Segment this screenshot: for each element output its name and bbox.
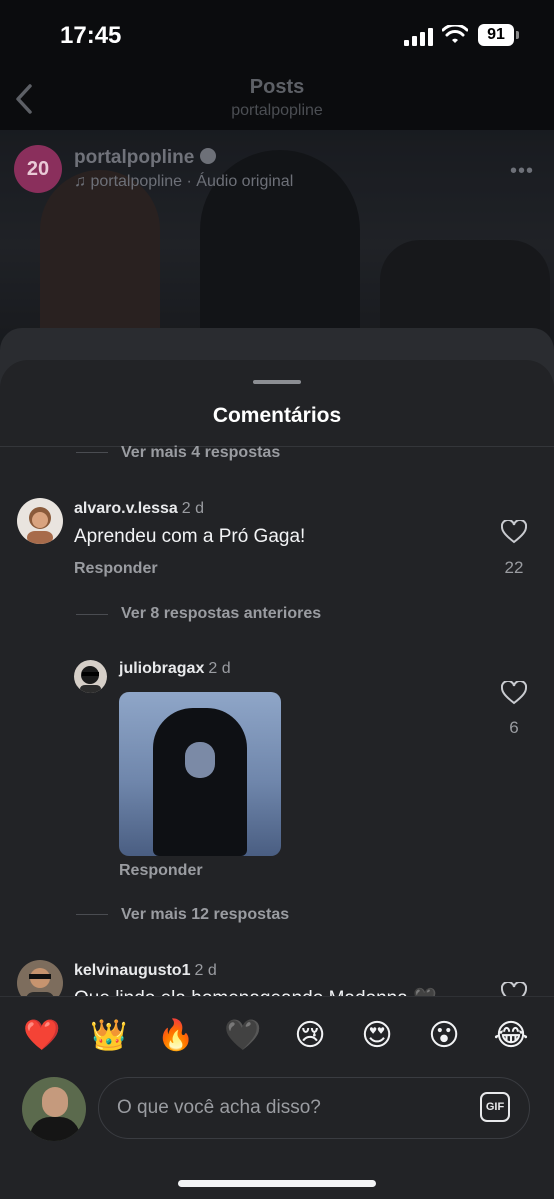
wifi-icon (442, 25, 468, 43)
more-options-icon[interactable]: ••• (510, 160, 534, 183)
thread-line (76, 614, 108, 615)
comment-time: 2 d (194, 962, 217, 979)
thread-line (76, 914, 108, 915)
music-note-icon: ♫ (74, 173, 86, 190)
avatar[interactable] (74, 660, 107, 693)
home-indicator[interactable] (178, 1180, 376, 1187)
battery-indicator: 91 (478, 24, 519, 46)
crown-emoji[interactable]: 👑 (89, 1019, 129, 1053)
post-audio-label[interactable]: portalpopline · Áudio original (90, 173, 293, 190)
reply-button[interactable]: Responder (119, 862, 203, 880)
page-subtitle: portalpopline (231, 102, 323, 119)
verified-badge-icon (200, 147, 217, 164)
view-more-replies[interactable]: Ver mais 4 respostas (121, 444, 280, 462)
like-heart-icon[interactable] (501, 681, 527, 705)
comment-time: 2 d (181, 500, 205, 517)
top-nav-bar: Posts portalpopline (0, 70, 554, 130)
avatar[interactable] (17, 498, 63, 544)
comments-title: Comentários (212, 404, 342, 427)
comment-username[interactable]: juliobragax (119, 660, 204, 677)
reply-button[interactable]: Responder (74, 560, 158, 578)
current-user-avatar[interactable] (22, 1077, 86, 1141)
comment-composer: GIF (0, 1074, 554, 1199)
red-heart-emoji[interactable]: ❤️ (22, 1019, 62, 1053)
drag-handle[interactable] (253, 380, 301, 384)
avatar-illustration (80, 666, 101, 693)
post-author-name[interactable]: portalpopline (74, 147, 194, 168)
comment-text: Aprendeu com a Pró Gaga! (74, 526, 306, 547)
view-previous-replies[interactable]: Ver 8 respostas anteriores (121, 605, 321, 623)
like-count: 6 (509, 718, 519, 737)
fire-emoji[interactable]: 🔥 (156, 1019, 196, 1053)
surprised-face-emoji[interactable]: 😮 (424, 1019, 464, 1053)
laughing-face-emoji[interactable]: 😂 (491, 1019, 531, 1053)
comment-username[interactable]: alvaro.v.lessa (74, 500, 178, 517)
emoji-reaction-bar: ❤️ 👑 🔥 🖤 😢 😍 😮 😂 (0, 996, 554, 1074)
crying-face-emoji[interactable]: 😢 (290, 1019, 330, 1053)
comment-username[interactable]: kelvinaugusto1 (74, 962, 190, 979)
comment-input[interactable] (98, 1077, 530, 1139)
status-bar: 17:45 91 (0, 0, 554, 70)
like-count: 22 (504, 558, 524, 577)
thread-line (76, 452, 108, 453)
cellular-signal-icon (404, 28, 433, 46)
comment-time: 2 d (208, 660, 231, 677)
black-heart-emoji[interactable]: 🖤 (223, 1019, 263, 1053)
heart-eyes-emoji[interactable]: 😍 (357, 1019, 397, 1053)
gif-button[interactable]: GIF (480, 1092, 510, 1122)
avatar-illustration (27, 507, 53, 544)
page-title: Posts (249, 76, 305, 98)
gif-attachment[interactable] (119, 692, 281, 856)
view-more-replies[interactable]: Ver mais 12 respostas (121, 906, 289, 924)
like-heart-icon[interactable] (501, 520, 527, 544)
clock: 17:45 (60, 22, 122, 49)
post-author-avatar[interactable]: 20 (14, 145, 62, 193)
